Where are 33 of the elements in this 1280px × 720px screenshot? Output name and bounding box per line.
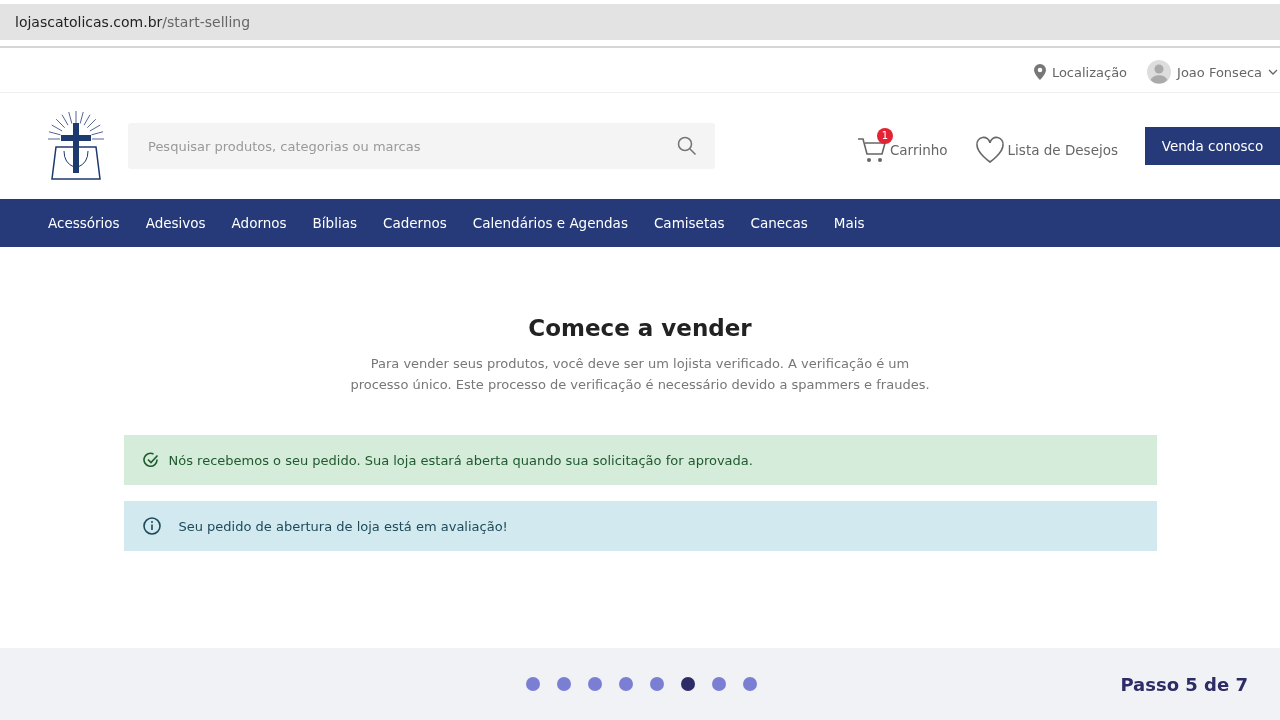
category-link[interactable]: Cadernos <box>383 215 447 231</box>
check-circle-icon <box>142 452 159 468</box>
search-icon[interactable] <box>677 136 697 156</box>
step-label: Passo 5 de 7 <box>1120 673 1248 695</box>
sell-button[interactable]: Venda conosco <box>1145 127 1280 165</box>
category-link[interactable]: Camisetas <box>653 215 725 231</box>
heart-icon <box>974 135 1005 164</box>
location-label: Localização <box>1051 64 1128 80</box>
category-link[interactable]: Acessórios <box>48 215 120 231</box>
category-link[interactable]: Adesivos <box>145 215 206 231</box>
chevron-down-icon <box>1268 69 1278 75</box>
page-title: Comece a vender <box>528 315 752 341</box>
alert-text: Nós recebemos o seu pedido. Sua loja estará aberta quando sua solicitação for aprovada. <box>168 452 753 468</box>
category-link[interactable]: Bíblias <box>312 215 357 231</box>
info-icon <box>142 517 161 535</box>
category-link[interactable]: Calendários e Agendas <box>472 215 628 231</box>
cart-label: Carrinho <box>889 141 948 158</box>
alert-text: Seu pedido de abertura de loja está em avaliação! <box>178 518 508 534</box>
map-pin-icon <box>1033 64 1046 80</box>
category-link[interactable]: Adornos <box>231 215 287 231</box>
category-link[interactable]: Mais <box>833 215 865 231</box>
avatar-icon <box>1147 60 1172 84</box>
cart-link[interactable]: 1 Carrinho <box>856 126 955 166</box>
url-text: lojascatolicas.com.br/start-selling <box>15 14 251 30</box>
wishlist-label: Lista de Desejos <box>1007 141 1118 158</box>
location-link[interactable]: Localização <box>1033 64 1128 80</box>
user-name: Joao Fonseca <box>1177 64 1262 80</box>
category-link[interactable]: Canecas <box>750 215 808 231</box>
search-field[interactable]: Pesquisar produtos, categorias ou marcas <box>128 123 715 169</box>
cart-count-badge: 1 <box>876 127 893 144</box>
user-menu[interactable]: Joao Fonseca <box>1147 60 1278 84</box>
wishlist-link[interactable]: Lista de Desejos <box>974 126 1125 166</box>
description-text: Para vender seus produtos, você deve ser um lojista verificado. A verificação é um processo único. Este processo de verificação é necessário devido a spammers e fraudes. <box>349 355 931 394</box>
